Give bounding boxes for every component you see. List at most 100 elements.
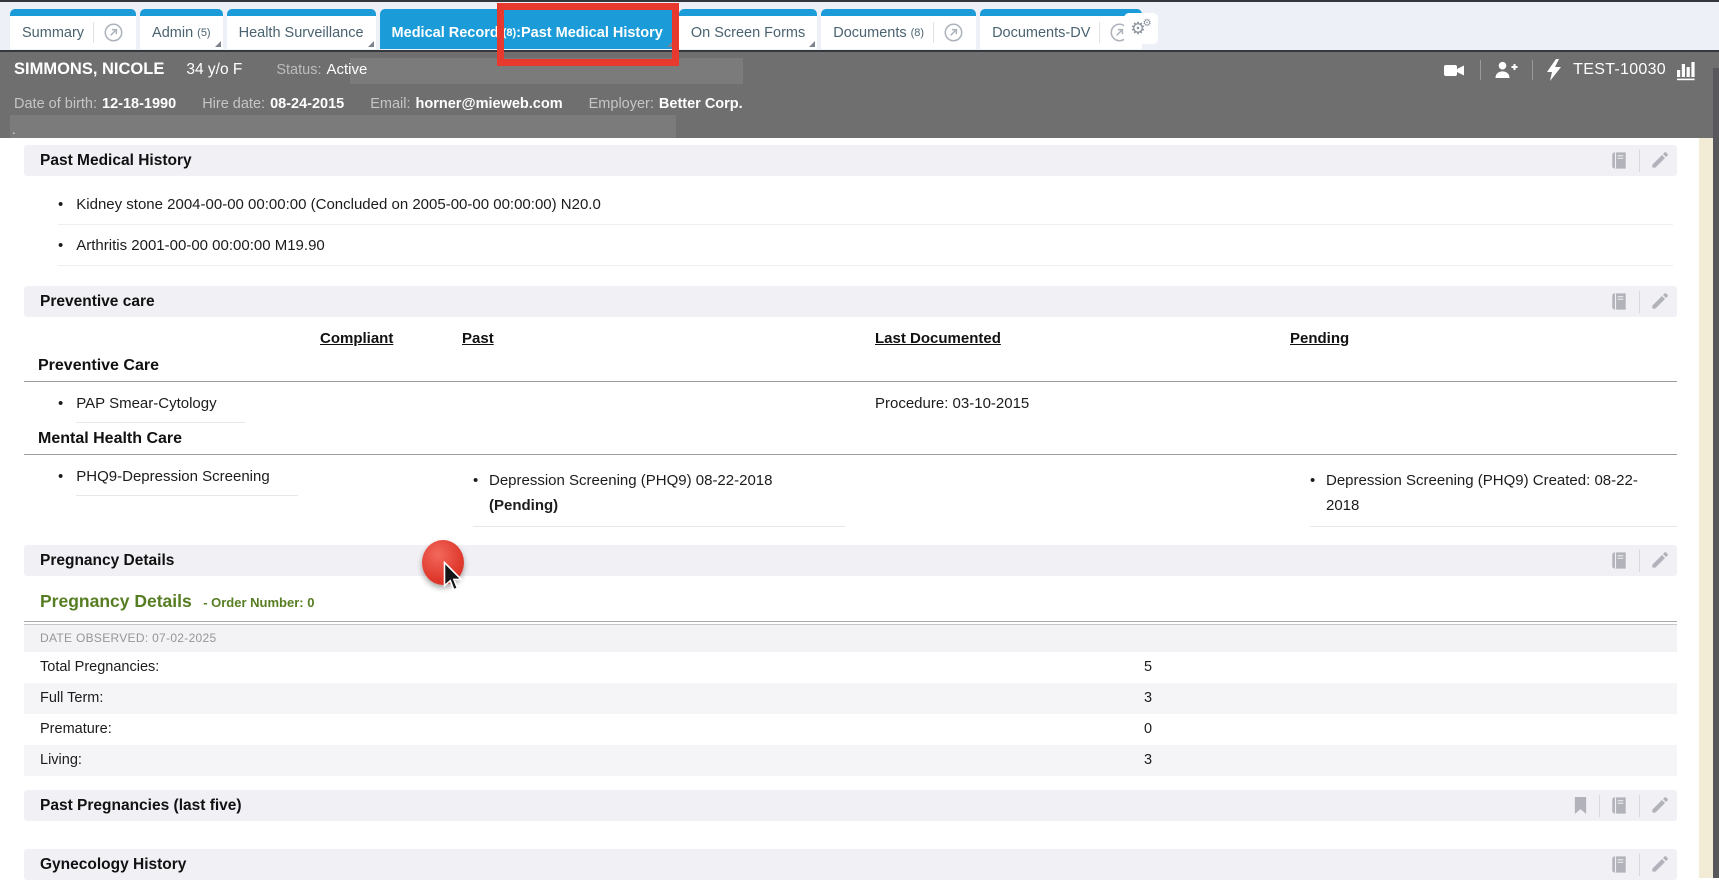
divider: [1480, 60, 1481, 80]
tab-bar: Summary Admin (5) Health Surveillance Me…: [0, 0, 1719, 50]
patient-details-row: Date of birth:12-18-1990 Hire date:08-24…: [14, 96, 743, 112]
pencil-icon[interactable]: [1650, 292, 1669, 311]
scrollbar-thumb[interactable]: [1713, 68, 1719, 878]
patient-header: SIMMONS, NICOLE 34 y/o F Status: Active …: [0, 50, 1719, 138]
pencil-icon[interactable]: [1650, 796, 1669, 815]
column-header-compliant: Compliant: [320, 330, 393, 347]
tab-count: (8): [911, 27, 924, 39]
group-label: Preventive Care: [24, 355, 1677, 382]
section-header-past-pregnancies[interactable]: Past Pregnancies (last five): [24, 790, 1677, 821]
pmh-item: •Kidney stone 2004-00-00 00:00:00 (Concl…: [58, 184, 1673, 225]
section-title: Gynecology History: [40, 856, 1610, 874]
column-header-last-documented: Last Documented: [875, 330, 1001, 347]
tab-documents-dv[interactable]: Documents-DV: [980, 9, 1142, 49]
tab-label: Documents: [833, 25, 906, 41]
book-icon[interactable]: [1610, 855, 1629, 874]
pregnancy-details-block: Pregnancy Details - Order Number: 0 DATE…: [24, 576, 1677, 776]
tab-label: On Screen Forms: [691, 25, 805, 41]
tab-label: Admin: [152, 25, 193, 41]
chart-content: Past Medical History •Kidney stone 2004-…: [0, 138, 1699, 880]
book-icon[interactable]: [1610, 292, 1629, 311]
video-camera-icon[interactable]: [1444, 63, 1466, 78]
tab-label: Medical Record: [392, 25, 499, 41]
pending-flag: (Pending): [473, 493, 845, 518]
divider: [1639, 550, 1640, 572]
column-header-past: Past: [462, 330, 494, 347]
field-dob: Date of birth:12-18-1990: [14, 96, 176, 112]
stray-dot: .: [12, 122, 16, 137]
tab-label: Documents-DV: [992, 25, 1090, 41]
tab-admin[interactable]: Admin (5): [140, 9, 223, 49]
highlight-box: [10, 115, 676, 138]
table-row: •PHQ9-Depression Screening •Depression S…: [24, 455, 1677, 543]
date-observed-row: DATE OBSERVED: 07-02-2025: [24, 625, 1677, 652]
pregnancy-row: Living: 3: [24, 745, 1677, 776]
order-number: - Order Number: 0: [203, 595, 314, 610]
group-label: Mental Health Care: [24, 428, 1677, 455]
field-email: Email:horner@mieweb.com: [370, 96, 562, 112]
mouse-cursor-icon: [443, 561, 467, 600]
tab-count: (5): [197, 27, 210, 39]
pregnancy-value: 0: [1144, 714, 1152, 745]
table-row: •PAP Smear-Cytology Procedure: 03-10-201…: [24, 382, 1677, 428]
pregnancy-row: Premature: 0: [24, 714, 1677, 745]
bar-chart-icon[interactable]: [1676, 60, 1695, 81]
open-new-window-icon[interactable]: [93, 22, 124, 43]
section-header-past-medical-history[interactable]: Past Medical History: [24, 145, 1677, 176]
pencil-icon[interactable]: [1650, 151, 1669, 170]
section-header-pregnancy-details[interactable]: Pregnancy Details: [24, 545, 1677, 576]
open-new-window-icon[interactable]: [933, 22, 964, 43]
tab-summary[interactable]: Summary: [10, 9, 136, 49]
divider: [1639, 854, 1640, 876]
tab-label: Health Surveillance: [239, 25, 364, 41]
divider: [1639, 291, 1640, 313]
gear-icon-small: ⚙: [1143, 19, 1152, 29]
pencil-icon[interactable]: [1650, 855, 1669, 874]
pregnancy-subheader: Pregnancy Details - Order Number: 0: [24, 576, 1677, 621]
last-documented-value: Procedure: 03-10-2015: [875, 395, 1029, 412]
field-hire-date: Hire date:08-24-2015: [202, 96, 344, 112]
pmh-item: •Arthritis 2001-00-00 00:00:00 M19.90: [58, 225, 1673, 266]
field-employer: Employer:Better Corp.: [589, 96, 743, 112]
section-title: Pregnancy Details: [40, 552, 1610, 570]
book-icon[interactable]: [1610, 796, 1629, 815]
divider: [1532, 60, 1533, 80]
pregnancy-value: 3: [1144, 745, 1152, 776]
scrollbar-track[interactable]: [1699, 138, 1713, 878]
pregnancy-row: Total Pregnancies: 5: [24, 652, 1677, 683]
section-title: Past Pregnancies (last five): [40, 797, 1572, 815]
section-header-preventive-care[interactable]: Preventive care: [24, 286, 1677, 317]
tab-health-surveillance[interactable]: Health Surveillance: [227, 9, 376, 49]
status-value: Active: [326, 61, 367, 78]
pregnancy-value: 5: [1144, 652, 1152, 683]
section-header-gynecology-history[interactable]: Gynecology History: [24, 849, 1677, 880]
person-add-icon[interactable]: [1495, 61, 1518, 80]
pending-cell: •Depression Screening (PHQ9) Created: 08…: [1310, 468, 1677, 527]
preventive-care-columns: Compliant Past Last Documented Pending: [24, 317, 1677, 355]
lightning-bolt-icon[interactable]: [1547, 59, 1561, 81]
column-header-pending: Pending: [1290, 330, 1349, 347]
patient-summary-row: SIMMONS, NICOLE 34 y/o F Status: Active: [14, 60, 367, 79]
section-title: Preventive care: [40, 293, 1610, 311]
divider: [1639, 150, 1640, 172]
window-top-edge: [0, 0, 1719, 2]
chart-id[interactable]: TEST-10030: [1573, 61, 1666, 79]
pmh-list: •Kidney stone 2004-00-00 00:00:00 (Concl…: [58, 184, 1673, 266]
book-icon[interactable]: [1610, 551, 1629, 570]
divider: [1599, 795, 1600, 817]
patient-age-sex: 34 y/o F: [186, 61, 242, 79]
divider: [1639, 795, 1640, 817]
bookmark-icon[interactable]: [1572, 796, 1589, 815]
red-highlight-box: [497, 3, 679, 66]
settings-gears-button[interactable]: ⚙ ⚙: [1124, 13, 1158, 44]
pencil-icon[interactable]: [1650, 551, 1669, 570]
book-icon[interactable]: [1610, 151, 1629, 170]
tab-label: Summary: [22, 25, 84, 41]
pregnancy-row: Full Term: 3: [24, 683, 1677, 714]
care-item: PHQ9-Depression Screening: [76, 468, 297, 496]
care-item: PAP Smear-Cytology: [76, 395, 244, 423]
tab-on-screen-forms[interactable]: On Screen Forms: [679, 9, 817, 49]
tab-documents[interactable]: Documents (8): [821, 9, 976, 49]
preventive-care-table: Compliant Past Last Documented Pending P…: [24, 317, 1677, 543]
past-cell: •Depression Screening (PHQ9) 08-22-2018 …: [473, 468, 845, 527]
